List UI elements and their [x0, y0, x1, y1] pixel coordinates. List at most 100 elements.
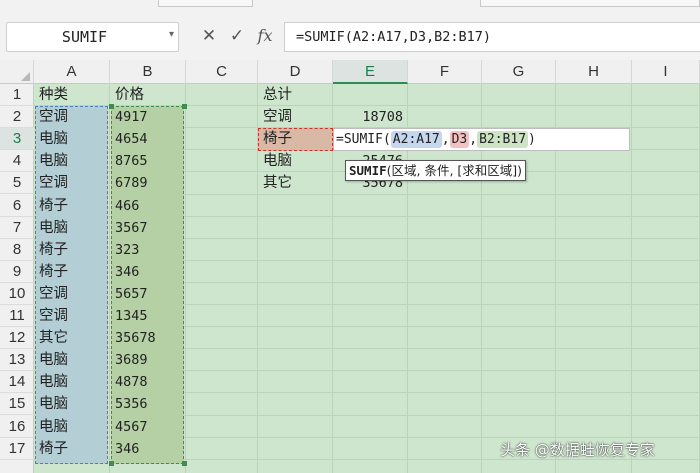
cell-b15[interactable]: 5356: [111, 393, 185, 415]
formula-ref-sum-range: B2:B17: [477, 131, 529, 148]
cell-a13[interactable]: 电脑: [35, 349, 109, 371]
cell-a5[interactable]: 空调: [35, 172, 109, 194]
formula-suffix: ): [528, 132, 536, 147]
row-header-6[interactable]: 6: [0, 195, 34, 217]
cell-a6[interactable]: 椅子: [35, 195, 109, 217]
formula-prefix: =SUMIF(: [336, 132, 391, 147]
column-header-i[interactable]: I: [632, 60, 700, 84]
cell-b6[interactable]: 466: [111, 195, 185, 217]
column-header-a[interactable]: A: [34, 60, 110, 84]
cell-b5[interactable]: 6789: [111, 172, 185, 194]
cell-b12[interactable]: 35678: [111, 327, 185, 349]
cell-a3[interactable]: 电脑: [35, 128, 109, 150]
name-box-value: SUMIF: [61, 28, 108, 46]
cell-a7[interactable]: 电脑: [35, 217, 109, 239]
tooltip-function-name[interactable]: SUMIF: [349, 163, 387, 178]
column-headers: ABCDEFGHI: [0, 60, 700, 84]
cell-b10[interactable]: 5657: [111, 283, 185, 305]
cell-b1[interactable]: 价格: [111, 84, 185, 106]
cell-a15[interactable]: 电脑: [35, 393, 109, 415]
formula-ref-criteria: D3: [449, 131, 470, 148]
in-cell-editor[interactable]: =SUMIF(A2:A17, D3, B2:B17): [333, 128, 630, 151]
formula-separator: ,: [441, 132, 450, 147]
cell-a10[interactable]: 空调: [35, 283, 109, 305]
close-icon[interactable]: ✕: [198, 25, 220, 47]
cell-a17[interactable]: 椅子: [35, 438, 109, 460]
cell-b7[interactable]: 3567: [111, 217, 185, 239]
row-header-17[interactable]: 17: [0, 438, 34, 460]
column-header-e[interactable]: E: [333, 60, 408, 84]
cell-b9[interactable]: 346: [111, 261, 185, 283]
in-cell-formula: =SUMIF(A2:A17, D3, B2:B17): [336, 129, 536, 150]
gridline-vertical: [109, 84, 110, 473]
column-header-b[interactable]: B: [110, 60, 186, 84]
row-header-15[interactable]: 15: [0, 393, 34, 416]
name-box[interactable]: SUMIF ▾: [6, 22, 179, 52]
cell-b2[interactable]: 4917: [111, 106, 185, 128]
row-headers: 1 2 3 4 5 6 7 8 9 10 11 12 13 14 15 16 17: [0, 84, 34, 473]
formula-ref-range: A2:A17: [390, 131, 442, 148]
row-header-10[interactable]: 10: [0, 283, 34, 305]
row-header-7[interactable]: 7: [0, 217, 34, 239]
cell-a12[interactable]: 其它: [35, 327, 109, 349]
cell-a8[interactable]: 椅子: [35, 239, 109, 261]
formula-input[interactable]: =SUMIF(A2:A17,D3,B2:B17): [284, 22, 700, 52]
cell-b14[interactable]: 4878: [111, 371, 185, 393]
row-header-4[interactable]: 4: [0, 150, 34, 173]
range-handle[interactable]: [182, 461, 187, 466]
cell-d5[interactable]: 其它: [259, 172, 332, 194]
cell-e2[interactable]: 18708: [334, 106, 407, 128]
cell-a14[interactable]: 电脑: [35, 371, 109, 393]
row-header-14[interactable]: 14: [0, 371, 34, 394]
cell-a9[interactable]: 椅子: [35, 261, 109, 283]
row-header-5[interactable]: 5: [0, 172, 34, 195]
column-header-d[interactable]: D: [258, 60, 333, 84]
fx-icon[interactable]: fx: [254, 25, 276, 47]
cell-d4[interactable]: 电脑: [259, 150, 332, 172]
row-header-3[interactable]: 3: [0, 128, 34, 151]
top-tab-edge: [480, 0, 700, 7]
row-header-11[interactable]: 11: [0, 305, 34, 327]
cell-a2[interactable]: 空调: [35, 106, 109, 128]
row-header-9[interactable]: 9: [0, 261, 34, 283]
cell-d3[interactable]: 椅子: [259, 128, 332, 150]
cell-a4[interactable]: 电脑: [35, 150, 109, 172]
column-header-c[interactable]: C: [186, 60, 258, 84]
cell-b16[interactable]: 4567: [111, 416, 185, 438]
cell-b11[interactable]: 1345: [111, 305, 185, 327]
function-tooltip: SUMIF(区域, 条件, [求和区域]): [345, 160, 527, 181]
formula-separator: ,: [469, 132, 478, 147]
cell-b17[interactable]: 346: [111, 438, 185, 460]
row-header-16[interactable]: 16: [0, 416, 34, 438]
watermark: 头条 @数据蛙恢复专家: [500, 441, 655, 459]
select-all-corner[interactable]: [0, 60, 34, 84]
row-header-13[interactable]: 13: [0, 349, 34, 372]
range-handle[interactable]: [109, 461, 114, 466]
select-all-triangle-icon: [21, 72, 30, 81]
top-tab-edge: [158, 0, 253, 7]
cell-a11[interactable]: 空调: [35, 305, 109, 327]
column-header-g[interactable]: G: [482, 60, 556, 84]
top-strip: [0, 0, 700, 18]
cell-b13[interactable]: 3689: [111, 349, 185, 371]
tooltip-arguments: (区域, 条件, [求和区域]): [386, 163, 523, 178]
row-header-12[interactable]: 12: [0, 327, 34, 350]
cell-b3[interactable]: 4654: [111, 128, 185, 150]
row-header-1[interactable]: 1: [0, 84, 34, 106]
sheet-grid[interactable]: 种类 空调 电脑 电脑 空调 椅子 电脑 椅子 椅子 空调 空调 其它 电脑 电脑 电脑 电脑 椅子 价格 4917…: [34, 84, 700, 473]
cell-a16[interactable]: 电脑: [35, 416, 109, 438]
cell-b4[interactable]: 8765: [111, 150, 185, 172]
formula-bar: SUMIF ▾ ✕ ✓ fx =SUMIF(A2:A17,D3,B2:B17): [0, 18, 700, 58]
gridline-vertical: [185, 84, 186, 473]
cell-d1[interactable]: 总计: [259, 84, 332, 106]
row-header-8[interactable]: 8: [0, 239, 34, 261]
cell-d2[interactable]: 空调: [259, 106, 332, 128]
column-header-h[interactable]: H: [556, 60, 632, 84]
chevron-down-icon[interactable]: ▾: [169, 29, 174, 40]
check-icon[interactable]: ✓: [226, 25, 248, 47]
cell-a1[interactable]: 种类: [35, 84, 109, 106]
column-header-f[interactable]: F: [408, 60, 482, 84]
gridline-vertical: [631, 84, 632, 473]
cell-b8[interactable]: 323: [111, 239, 185, 261]
row-header-2[interactable]: 2: [0, 106, 34, 129]
